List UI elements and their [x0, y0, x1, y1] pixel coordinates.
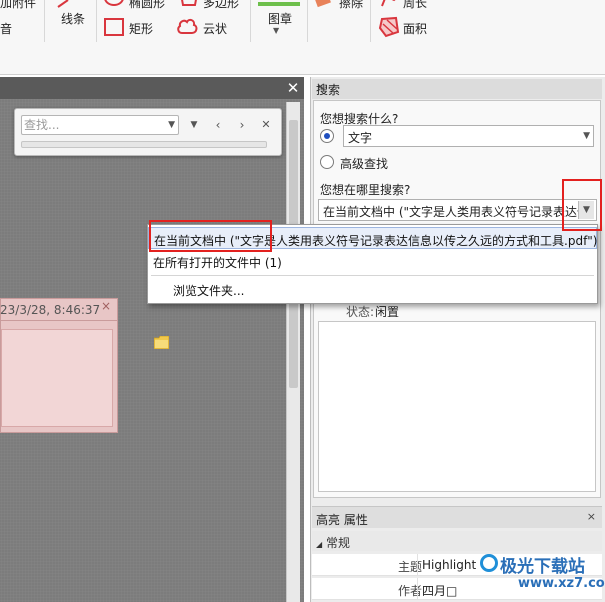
search-where-combo[interactable]: 在当前文档中 ("文字是人类用表义符号记录表达信息以传之久远的方式和工具.pdf…: [318, 199, 597, 221]
properties-close-icon[interactable]: ×: [587, 510, 596, 523]
search-where-label: 您想在哪里搜索?: [320, 183, 411, 197]
dropdown-item-all-open-files[interactable]: 在所有打开的文件中 (1): [148, 250, 597, 272]
area-icon: [378, 16, 400, 38]
search-what-value: 文字: [348, 131, 373, 145]
watermark: 极光下载站 www.xz7.com: [480, 550, 605, 598]
note-text-area[interactable]: [1, 329, 113, 427]
line-tool-button[interactable]: 线条: [61, 10, 85, 27]
find-options-icon[interactable]: ▼: [187, 118, 201, 132]
status-value: 闲置: [375, 305, 400, 319]
status-label: 状态:: [346, 305, 375, 319]
erase-tool-button[interactable]: 擦除: [339, 0, 363, 11]
search-panel-close-icon[interactable]: ×: [316, 80, 596, 93]
close-document-icon[interactable]: ✕: [285, 80, 301, 96]
note-body: [0, 320, 118, 433]
folder-icon: [154, 336, 169, 349]
watermark-logo-icon: [480, 554, 498, 572]
collapse-icon[interactable]: ◢: [316, 540, 322, 549]
dropdown-item-label: 浏览文件夹...: [173, 284, 245, 298]
property-divider: [417, 578, 418, 600]
cloud-tool-button[interactable]: 云状: [203, 20, 227, 37]
property-divider: [417, 554, 418, 576]
property-value[interactable]: Highlight: [422, 558, 476, 572]
highlight-box: [149, 220, 272, 252]
chevron-down-icon[interactable]: ▼: [168, 117, 175, 133]
polygon-icon: [181, 0, 197, 6]
find-progress-bar: [21, 141, 267, 148]
search-where-value: 在当前文档中 ("文字是人类用表义符号记录表达信息以传之久远的方式和工具.pdf…: [323, 205, 578, 219]
watermark-title: 极光下载站: [500, 557, 585, 577]
ribbon-divider: [96, 0, 97, 42]
find-input-box[interactable]: ▼: [21, 115, 179, 135]
attach-label[interactable]: 加附件: [0, 0, 36, 11]
watermark-url: www.xz7.com: [518, 576, 605, 591]
dropdown-divider: [151, 275, 594, 276]
stamp-tool-button[interactable]: 图章: [268, 10, 292, 27]
rectangle-tool-button[interactable]: 矩形: [129, 20, 153, 37]
property-key: 作者: [397, 584, 422, 598]
audio-label[interactable]: 音: [0, 20, 12, 37]
document-tab-bar: [0, 77, 304, 99]
search-what-combo[interactable]: 文字 ▼: [343, 125, 594, 147]
advanced-search-label[interactable]: 高级查找: [340, 155, 388, 172]
cloud-icon: [177, 18, 198, 34]
property-key: 主题: [397, 560, 422, 574]
properties-category[interactable]: ◢ 常规: [312, 531, 602, 551]
ribbon-divider: [370, 0, 371, 42]
perimeter-icon: [381, 0, 396, 7]
document-scrollbar[interactable]: [286, 102, 300, 602]
properties-category-label: ◢ 常规: [316, 534, 350, 551]
ribbon-divider: [44, 0, 45, 42]
search-panel-header: 搜索 ×: [312, 79, 602, 99]
ellipse-icon: [104, 0, 124, 6]
note-close-icon[interactable]: ×: [101, 299, 111, 313]
properties-title: 高亮 属性: [316, 513, 368, 527]
find-previous-icon[interactable]: ‹: [211, 118, 225, 132]
ribbon-toolbar: 加附件 音 线条 椭圆形 多边形 矩形 云状 图章 ▼ 擦除 周长 面积: [0, 0, 605, 75]
dropdown-item-browse-folder[interactable]: 浏览文件夹...: [148, 278, 597, 349]
properties-header: 高亮 属性 ×: [312, 506, 602, 528]
search-text-radio[interactable]: [320, 129, 334, 143]
polygon-tool-button[interactable]: 多边形: [203, 0, 239, 11]
ribbon-divider: [250, 0, 251, 42]
search-results-box[interactable]: [318, 321, 596, 492]
advanced-search-radio[interactable]: [320, 155, 334, 169]
stamp-color-bar: [258, 2, 300, 6]
find-close-icon[interactable]: ✕: [259, 118, 273, 132]
ribbon-divider: [307, 0, 308, 42]
dropdown-item-label: 在所有打开的文件中 (1): [153, 256, 282, 270]
line-icon: [57, 0, 69, 8]
find-input[interactable]: [24, 117, 162, 133]
stamp-dropdown-arrow[interactable]: ▼: [273, 26, 279, 35]
rectangle-icon: [104, 18, 124, 36]
area-tool-button[interactable]: 面积: [403, 20, 427, 37]
highlight-box: [562, 179, 602, 231]
note-date: 23/3/28, 8:46:37: [0, 303, 101, 317]
eraser-icon: [314, 0, 331, 8]
ellipse-tool-button[interactable]: 椭圆形: [129, 0, 165, 11]
find-bar: ▼ ▼ ‹ › ✕: [14, 108, 282, 156]
perimeter-tool-button[interactable]: 周长: [403, 0, 427, 11]
category-name: 常规: [325, 536, 350, 550]
chevron-down-icon[interactable]: ▼: [583, 127, 590, 145]
find-next-icon[interactable]: ›: [235, 118, 249, 132]
property-value[interactable]: 四月□: [422, 582, 457, 599]
